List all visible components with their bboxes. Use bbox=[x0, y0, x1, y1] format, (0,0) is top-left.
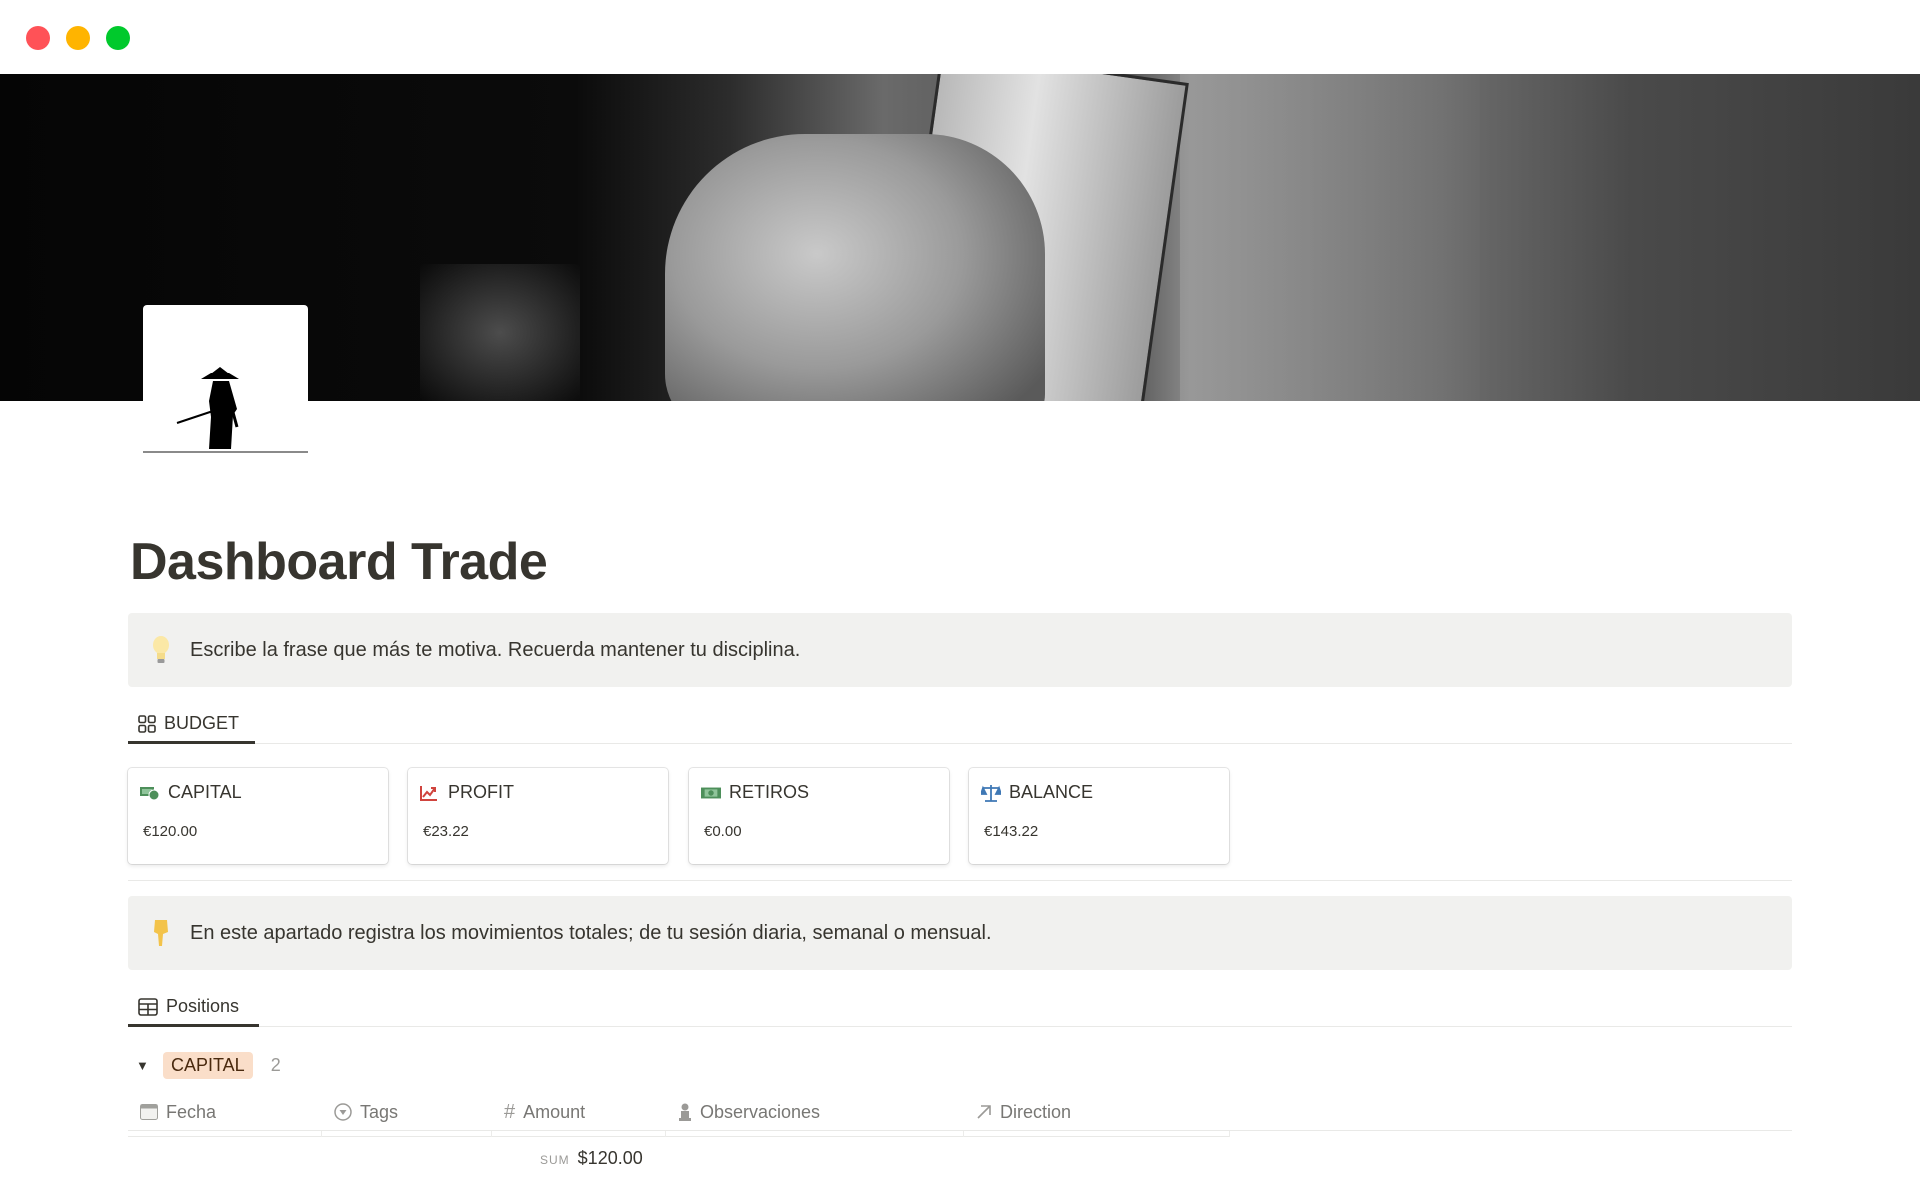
column-label: Observaciones bbox=[700, 1101, 821, 1122]
cell-separator bbox=[491, 1131, 492, 1137]
group-toggle-triangle-icon[interactable]: ▼ bbox=[128, 1058, 158, 1073]
relation-arrow-icon bbox=[976, 1104, 992, 1120]
person-icon bbox=[678, 1103, 692, 1121]
column-label: Tags bbox=[360, 1101, 399, 1122]
maximize-window-button[interactable] bbox=[106, 26, 130, 50]
column-header-fecha[interactable]: Fecha bbox=[140, 1093, 216, 1131]
divider bbox=[128, 880, 1792, 881]
card-value: €23.22 bbox=[423, 823, 469, 840]
callout-text: Escribe la frase que más te motiva. Recu… bbox=[190, 638, 801, 661]
card-value: €0.00 bbox=[704, 823, 742, 840]
sum-value: $120.00 bbox=[577, 1148, 643, 1168]
group-label-pill: CAPITAL bbox=[163, 1051, 253, 1079]
money-with-coin-icon bbox=[140, 784, 160, 802]
table-column-headers: Fecha Tags # Amount Observaciones Direct… bbox=[128, 1093, 1792, 1131]
tab-positions[interactable]: Positions bbox=[128, 989, 259, 1027]
card-value: €143.22 bbox=[984, 823, 1039, 840]
callout-text: En este apartado registra los movimiento… bbox=[190, 921, 992, 944]
tab-label: Positions bbox=[166, 996, 240, 1016]
column-header-amount[interactable]: # Amount bbox=[504, 1093, 585, 1131]
callout-motivation[interactable]: Escribe la frase que más te motiva. Recu… bbox=[128, 613, 1792, 687]
budget-card-profit[interactable]: PROFIT €23.22 bbox=[408, 768, 668, 864]
callout-instructions[interactable]: En este apartado registra los movimiento… bbox=[128, 896, 1792, 970]
cell-separator bbox=[665, 1131, 666, 1137]
page-title[interactable]: Dashboard Trade bbox=[130, 532, 548, 592]
calendar-icon bbox=[140, 1104, 158, 1120]
positions-view-tabs: Positions bbox=[128, 989, 1792, 1027]
pointing-down-icon bbox=[148, 918, 174, 948]
column-label: Amount bbox=[523, 1101, 586, 1122]
select-icon bbox=[334, 1103, 352, 1121]
cover-background-blur bbox=[420, 264, 580, 401]
column-header-observaciones[interactable]: Observaciones bbox=[678, 1093, 820, 1131]
budget-card-balance[interactable]: BALANCE €143.22 bbox=[969, 768, 1229, 864]
scales-icon bbox=[981, 784, 1001, 802]
cover-background-blur bbox=[1180, 74, 1480, 401]
budget-card-capital[interactable]: CAPITAL €120.00 bbox=[128, 768, 388, 864]
budget-card-retiros[interactable]: RETIROS €0.00 bbox=[689, 768, 949, 864]
gallery-icon bbox=[138, 714, 156, 733]
budget-view-tabs: BUDGET bbox=[128, 706, 1792, 744]
window-titlebar bbox=[0, 0, 1920, 74]
column-label: Fecha bbox=[166, 1101, 217, 1122]
lightbulb-icon bbox=[148, 635, 174, 665]
tab-budget[interactable]: BUDGET bbox=[128, 706, 255, 744]
page-icon[interactable] bbox=[143, 305, 308, 453]
icon-ground-line bbox=[143, 451, 308, 453]
cell-separator bbox=[1229, 1131, 1230, 1137]
number-icon: # bbox=[504, 1100, 516, 1123]
cell-separator bbox=[321, 1131, 322, 1137]
column-label: Direction bbox=[1000, 1101, 1072, 1122]
banknote-icon bbox=[701, 784, 721, 802]
minimize-window-button[interactable] bbox=[66, 26, 90, 50]
table-icon bbox=[138, 997, 158, 1016]
tab-label: BUDGET bbox=[164, 713, 240, 733]
chart-increasing-icon bbox=[420, 784, 440, 802]
card-title: PROFIT bbox=[448, 782, 514, 802]
card-title: RETIROS bbox=[729, 782, 810, 802]
column-header-tags[interactable]: Tags bbox=[334, 1093, 398, 1131]
table-row[interactable] bbox=[128, 1131, 1230, 1137]
column-header-direction[interactable]: Direction bbox=[976, 1093, 1071, 1131]
close-window-button[interactable] bbox=[26, 26, 50, 50]
sum-label: SUM bbox=[540, 1153, 570, 1167]
cell-separator bbox=[963, 1131, 964, 1137]
amount-sum-footer[interactable]: SUM $120.00 bbox=[540, 1148, 643, 1169]
hand-graphic bbox=[665, 134, 1045, 401]
card-title: BALANCE bbox=[1009, 782, 1094, 802]
card-title: CAPITAL bbox=[168, 782, 242, 802]
group-count: 2 bbox=[270, 1054, 281, 1075]
group-header-capital: ▼ CAPITAL 2 bbox=[128, 1050, 281, 1080]
card-value: €120.00 bbox=[143, 823, 198, 840]
samurai-silhouette-icon bbox=[176, 367, 239, 449]
